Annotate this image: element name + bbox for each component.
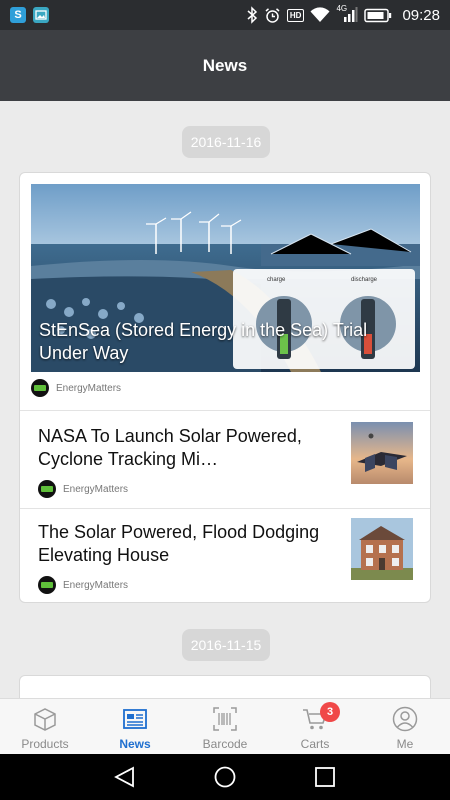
image-icon — [33, 7, 49, 23]
recents-icon[interactable] — [313, 766, 337, 788]
article-thumbnail — [351, 518, 413, 580]
signal-4g-icon: 4G — [336, 4, 358, 24]
featured-article[interactable]: charge discharge StEnSea (Stored Energy … — [20, 173, 430, 410]
discharge-label: discharge — [351, 277, 378, 283]
list-item[interactable]: The Solar Powered, Flood Dodging Elevati… — [20, 509, 430, 602]
battery-icon — [364, 8, 392, 22]
box-icon — [34, 708, 56, 731]
tab-carts[interactable]: 3 Carts — [270, 699, 360, 755]
system-nav-bar — [0, 754, 450, 800]
user-icon — [392, 706, 418, 732]
featured-article-title: StEnSea (Stored Energy in the Sea) Trial… — [39, 320, 368, 363]
date-label: 2016-11-15 — [182, 629, 270, 661]
source-logo-icon — [31, 379, 49, 397]
cart-count-badge: 3 — [320, 702, 340, 722]
featured-article-image: charge discharge StEnSea (Stored Energy … — [31, 184, 420, 372]
news-feed[interactable]: 2016-11-16 charge discharge StEnSea (Sto… — [0, 101, 450, 698]
home-icon[interactable] — [213, 766, 237, 788]
page-title: News — [202, 56, 248, 75]
date-label: 2016-11-16 — [182, 126, 270, 158]
back-icon[interactable] — [113, 766, 137, 788]
news-card — [19, 675, 431, 698]
newspaper-icon — [123, 709, 147, 729]
title-bar: News — [0, 30, 450, 101]
clock: 09:28 — [402, 6, 440, 24]
source-name: EnergyMatters — [56, 382, 122, 394]
article-source: EnergyMatters — [31, 379, 121, 397]
bottom-nav: Products News Barcode 3 Carts Me — [0, 698, 450, 754]
article-title: NASA To Launch Solar Powered, Cyclone Tr… — [38, 426, 302, 469]
tab-barcode[interactable]: Barcode — [180, 699, 270, 755]
tab-label: Products — [21, 737, 69, 751]
list-item[interactable]: NASA To Launch Solar Powered, Cyclone Tr… — [20, 411, 430, 508]
alarm-icon — [265, 7, 280, 23]
article-source: EnergyMatters — [38, 576, 128, 594]
tab-label: Me — [396, 737, 414, 751]
source-logo-icon — [38, 576, 56, 594]
charge-label: charge — [267, 277, 286, 283]
notification-app-icon: S — [10, 7, 26, 23]
tab-label: Carts — [300, 737, 330, 751]
article-source: EnergyMatters — [38, 480, 128, 498]
tab-products[interactable]: Products — [0, 699, 90, 755]
article-thumbnail — [351, 422, 413, 484]
tab-label: Barcode — [202, 737, 248, 751]
hd-icon: HD — [286, 8, 305, 22]
wifi-icon — [310, 7, 330, 23]
source-name: EnergyMatters — [63, 579, 129, 591]
tab-news[interactable]: News — [90, 699, 180, 755]
source-name: EnergyMatters — [63, 483, 129, 495]
tab-me[interactable]: Me — [360, 699, 450, 755]
article-title: The Solar Powered, Flood Dodging Elevati… — [38, 522, 320, 565]
source-logo-icon — [38, 480, 56, 498]
news-card: charge discharge StEnSea (Stored Energy … — [19, 172, 431, 603]
barcode-scan-icon — [213, 707, 237, 731]
tab-label: News — [119, 737, 151, 751]
status-bar: S HD 4G 09:28 — [0, 0, 450, 30]
bluetooth-icon — [247, 6, 257, 24]
